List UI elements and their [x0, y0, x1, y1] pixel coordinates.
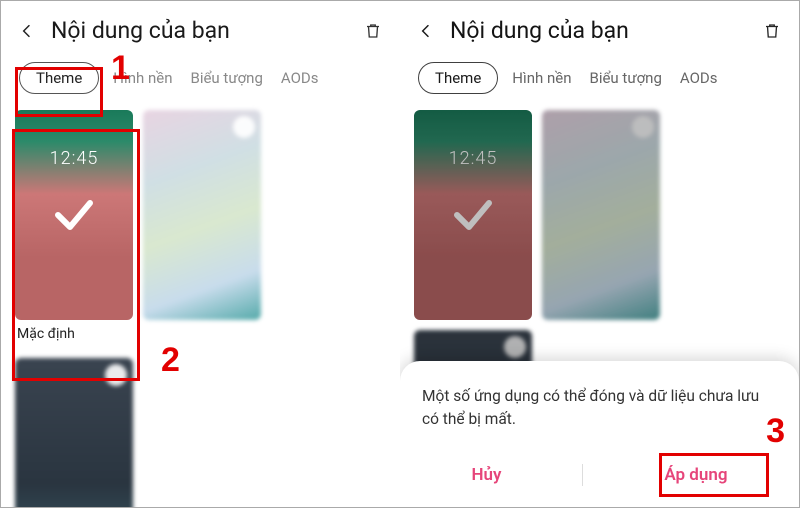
separator [582, 464, 583, 486]
tab-icons[interactable]: Biểu tượng [186, 63, 266, 93]
back-icon[interactable] [418, 23, 434, 39]
theme-card-default[interactable] [414, 110, 532, 320]
trash-icon[interactable] [763, 21, 781, 41]
tab-theme[interactable]: Theme [418, 62, 498, 94]
check-icon [414, 110, 532, 320]
annotation-number-1: 1 [111, 49, 130, 88]
page-title: Nội dung của bạn [51, 17, 364, 44]
apply-button[interactable]: Áp dụng [646, 457, 745, 493]
tab-aods[interactable]: AODs [676, 63, 722, 93]
tab-theme[interactable]: Theme [19, 62, 99, 94]
cancel-button[interactable]: Hủy [453, 457, 519, 493]
check-icon [15, 110, 133, 320]
sheet-message: Một số ứng dụng có thể đóng và dữ liệu c… [422, 385, 777, 432]
annotation-number-2: 2 [161, 341, 180, 380]
back-icon[interactable] [19, 23, 35, 39]
annotation-number-3: 3 [766, 412, 785, 451]
trash-icon[interactable] [364, 21, 382, 41]
tab-wallpaper[interactable]: Hình nền [508, 63, 575, 93]
theme-card[interactable] [143, 110, 261, 348]
tab-aods[interactable]: AODs [277, 63, 323, 93]
download-icon [105, 364, 127, 386]
tab-icons[interactable]: Biểu tượng [585, 63, 665, 93]
theme-card[interactable] [542, 110, 660, 320]
theme-card[interactable] [15, 358, 133, 507]
page-title: Nội dung của bạn [450, 17, 763, 44]
theme-label: Mặc định [15, 320, 133, 348]
theme-card-default[interactable]: Mặc định [15, 110, 133, 348]
confirm-sheet: Một số ứng dụng có thể đóng và dữ liệu c… [400, 361, 799, 508]
download-icon [233, 116, 255, 138]
